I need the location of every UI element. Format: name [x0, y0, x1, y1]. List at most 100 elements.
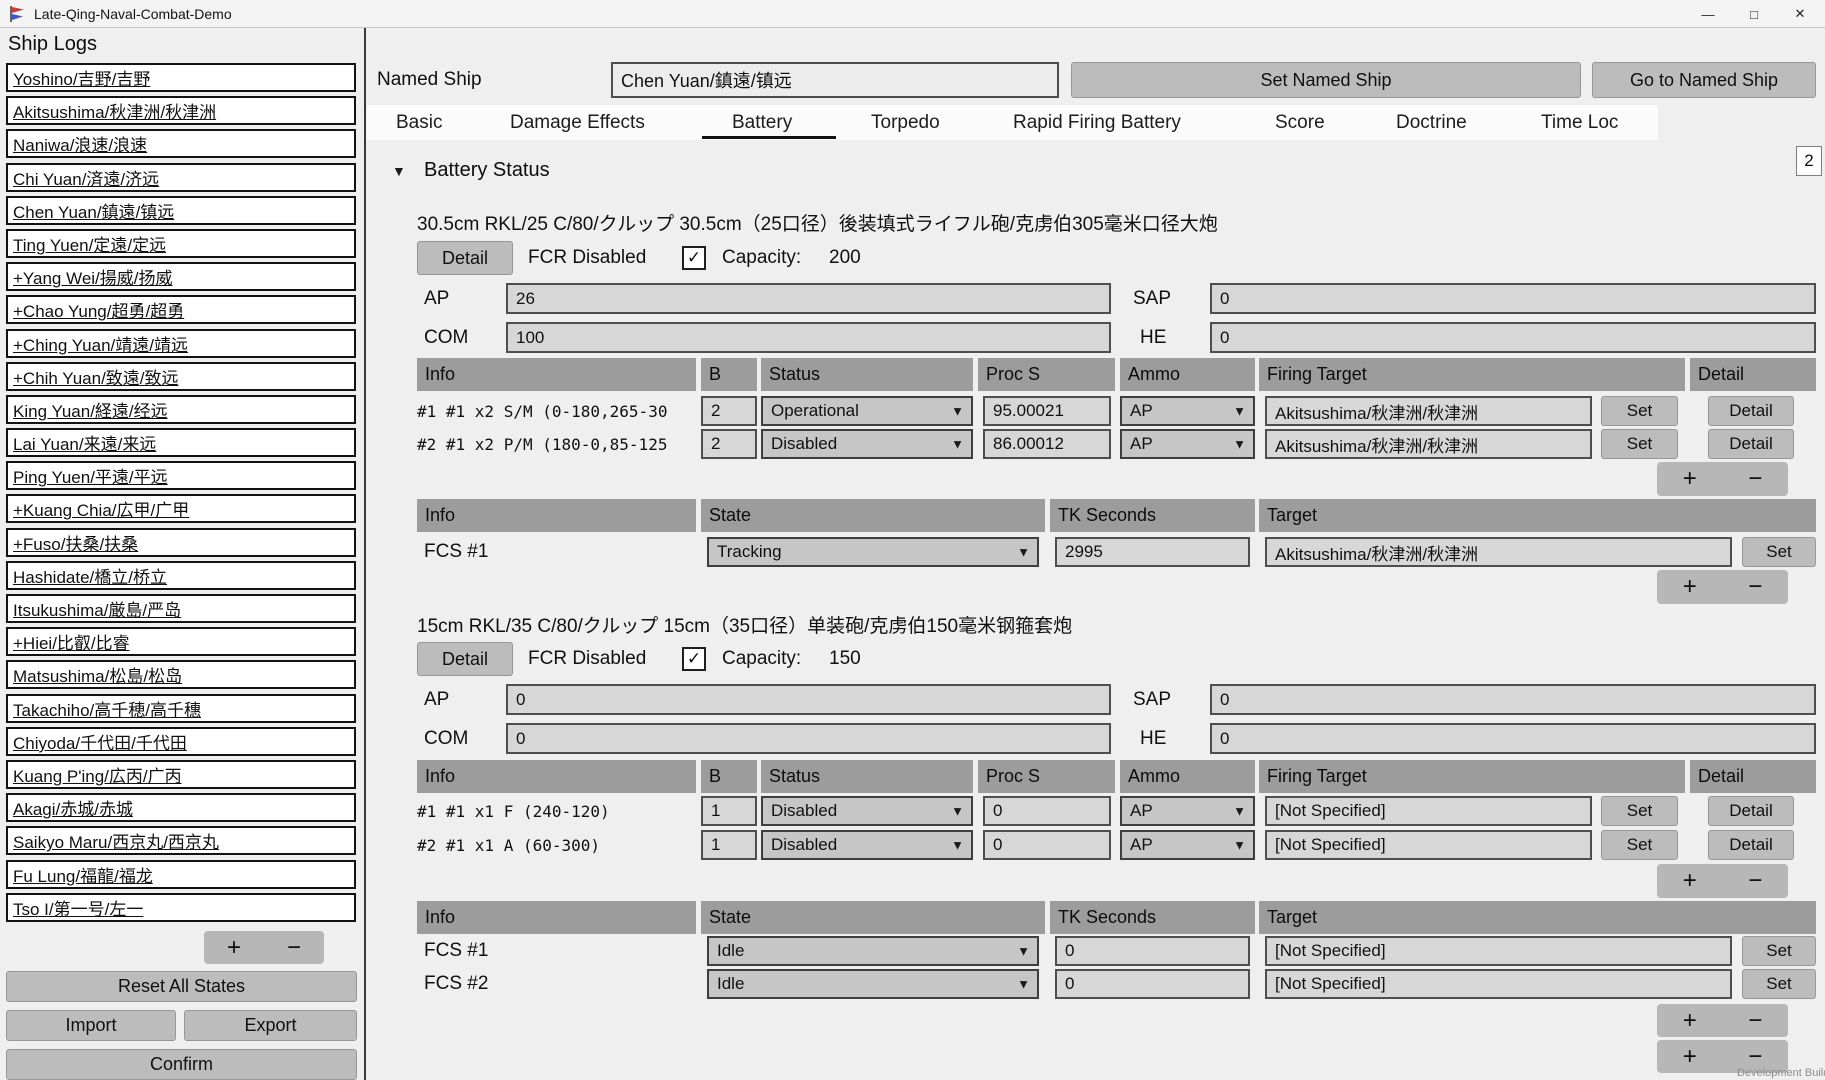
add-gun-button[interactable]: +: [1657, 864, 1723, 898]
fcs-state-dropdown[interactable]: Tracking ▼: [707, 537, 1039, 567]
fcs-target-input[interactable]: [Not Specified]: [1265, 936, 1732, 966]
fcs-tk-seconds-input[interactable]: 0: [1055, 936, 1250, 966]
tab-damage-effects[interactable]: Damage Effects: [510, 105, 645, 140]
tab-doctrine[interactable]: Doctrine: [1396, 105, 1467, 140]
battery-detail-button[interactable]: Detail: [417, 241, 513, 275]
fcs-state-dropdown[interactable]: Idle ▼: [707, 969, 1039, 999]
gun-proc-s-input[interactable]: 0: [983, 830, 1111, 860]
gun-status-dropdown[interactable]: Disabled ▼: [761, 830, 973, 860]
ship-list-item[interactable]: Fu Lung/福龍/福龙: [6, 860, 356, 889]
tab-time-loc[interactable]: Time Loc: [1541, 105, 1618, 140]
gun-b-input[interactable]: 2: [701, 396, 757, 426]
development-build-watermark: Development Build: [1737, 1067, 1825, 1079]
capacity-value: 200: [829, 241, 861, 275]
gun-info: #1 #1 x2 S/M (0-180,265-30: [417, 396, 667, 426]
ap-input[interactable]: 26: [506, 283, 1111, 314]
chevron-down-icon: ▼: [951, 437, 964, 452]
com-label: COM: [424, 723, 468, 754]
tab-torpedo[interactable]: Torpedo: [871, 105, 940, 140]
add-gun-button[interactable]: +: [1657, 462, 1723, 496]
remove-fcs-button[interactable]: −: [1723, 570, 1789, 604]
he-input[interactable]: 0: [1210, 322, 1816, 353]
gun-status-dropdown[interactable]: Operational ▼: [761, 396, 973, 426]
fcs-tk-seconds-input[interactable]: 0: [1055, 969, 1250, 999]
gun-ammo-dropdown[interactable]: AP ▼: [1120, 396, 1255, 426]
import-button[interactable]: Import: [6, 1010, 176, 1041]
gun-set-button[interactable]: Set: [1601, 429, 1678, 459]
minimize-icon[interactable]: —: [1685, 0, 1731, 28]
fcs-set-button[interactable]: Set: [1742, 969, 1816, 999]
gun-detail-button[interactable]: Detail: [1708, 830, 1794, 860]
fcr-disabled-checkbox[interactable]: ✓: [682, 246, 706, 270]
gun-status-dropdown[interactable]: Disabled ▼: [761, 429, 973, 459]
sap-input[interactable]: 0: [1210, 283, 1816, 314]
collapse-section-icon[interactable]: ▼: [392, 163, 406, 179]
gun-ammo-dropdown[interactable]: AP ▼: [1120, 796, 1255, 826]
gun-firing-target-input[interactable]: [Not Specified]: [1265, 796, 1592, 826]
gun-b-input[interactable]: 1: [701, 830, 757, 860]
add-fcs-button[interactable]: +: [1657, 570, 1723, 604]
named-ship-input[interactable]: Chen Yuan/鎮遠/镇远: [611, 62, 1059, 98]
gun-detail-button[interactable]: Detail: [1708, 796, 1794, 826]
gun-add-remove-panel: + −: [1657, 462, 1788, 496]
confirm-button[interactable]: Confirm: [6, 1049, 357, 1080]
remove-gun-button[interactable]: −: [1723, 864, 1789, 898]
gun-proc-s-input[interactable]: 86.00012: [983, 429, 1111, 459]
com-input[interactable]: 100: [506, 322, 1111, 353]
he-input[interactable]: 0: [1210, 723, 1816, 754]
gun-firing-target-input[interactable]: Akitsushima/秋津洲/秋津洲: [1265, 429, 1592, 459]
add-fcs-button[interactable]: +: [1657, 1004, 1723, 1037]
remove-fcs-button[interactable]: −: [1723, 1004, 1789, 1037]
fcs-state-value: Idle: [717, 974, 744, 994]
chevron-down-icon: ▼: [1233, 404, 1246, 419]
chevron-down-icon: ▼: [1017, 944, 1030, 959]
gun-set-button[interactable]: Set: [1601, 830, 1678, 860]
ship-list-item[interactable]: Akitsushima/秋津洲/秋津洲: [6, 96, 356, 125]
column-header-firing-target: Firing Target: [1259, 760, 1685, 793]
goto-named-ship-button[interactable]: Go to Named Ship: [1592, 62, 1816, 98]
gun-ammo-dropdown[interactable]: AP ▼: [1120, 429, 1255, 459]
capacity-label: Capacity:: [722, 241, 801, 275]
gun-proc-s-input[interactable]: 0: [983, 796, 1111, 826]
fcs-set-button[interactable]: Set: [1742, 537, 1816, 567]
tab-score[interactable]: Score: [1275, 105, 1325, 140]
gun-firing-target-input[interactable]: [Not Specified]: [1265, 830, 1592, 860]
sap-input[interactable]: 0: [1210, 684, 1816, 715]
gun-b-input[interactable]: 1: [701, 796, 757, 826]
fcr-disabled-checkbox[interactable]: ✓: [682, 647, 706, 671]
column-header-fcs-tk-seconds: TK Seconds: [1050, 499, 1255, 532]
gun-status-dropdown[interactable]: Disabled ▼: [761, 796, 973, 826]
ship-list-item[interactable]: Chi Yuan/済遠/济远: [6, 163, 356, 192]
fcs-target-input[interactable]: [Not Specified]: [1265, 969, 1732, 999]
fcs-set-button[interactable]: Set: [1742, 936, 1816, 966]
column-header-status: Status: [761, 358, 973, 391]
tab-rapid-firing-battery[interactable]: Rapid Firing Battery: [1013, 105, 1181, 140]
ap-input[interactable]: 0: [506, 684, 1111, 715]
gun-detail-button[interactable]: Detail: [1708, 396, 1794, 426]
com-input[interactable]: 0: [506, 723, 1111, 754]
gun-firing-target-input[interactable]: Akitsushima/秋津洲/秋津洲: [1265, 396, 1592, 426]
close-icon[interactable]: ✕: [1777, 0, 1823, 28]
remove-gun-button[interactable]: −: [1723, 462, 1789, 496]
maximize-icon[interactable]: □: [1731, 0, 1777, 28]
gun-set-button[interactable]: Set: [1601, 396, 1678, 426]
ship-list-item[interactable]: Naniwa/浪速/浪速: [6, 129, 356, 158]
gun-proc-s-input[interactable]: 95.00021: [983, 396, 1111, 426]
tab-basic[interactable]: Basic: [396, 105, 442, 140]
ship-list-item[interactable]: Ping Yuen/平遠/平远: [6, 461, 356, 490]
tab-battery[interactable]: Battery: [732, 105, 792, 140]
gun-b-input[interactable]: 2: [701, 429, 757, 459]
gun-row: #2 #1 x2 P/M (180-0,85-125 2 Disabled ▼ …: [0, 429, 1825, 459]
gun-detail-button[interactable]: Detail: [1708, 429, 1794, 459]
set-named-ship-button[interactable]: Set Named Ship: [1071, 62, 1581, 98]
fcs-target-input[interactable]: Akitsushima/秋津洲/秋津洲: [1265, 537, 1732, 567]
fcs-state-dropdown[interactable]: Idle ▼: [707, 936, 1039, 966]
he-label: HE: [1140, 322, 1166, 353]
gun-ammo-dropdown[interactable]: AP ▼: [1120, 830, 1255, 860]
battery-detail-button[interactable]: Detail: [417, 642, 513, 676]
export-button[interactable]: Export: [184, 1010, 357, 1041]
check-icon: ✓: [687, 248, 701, 268]
add-fcs-button[interactable]: +: [1657, 1040, 1723, 1073]
gun-set-button[interactable]: Set: [1601, 796, 1678, 826]
fcs-tk-seconds-input[interactable]: 2995: [1055, 537, 1250, 567]
